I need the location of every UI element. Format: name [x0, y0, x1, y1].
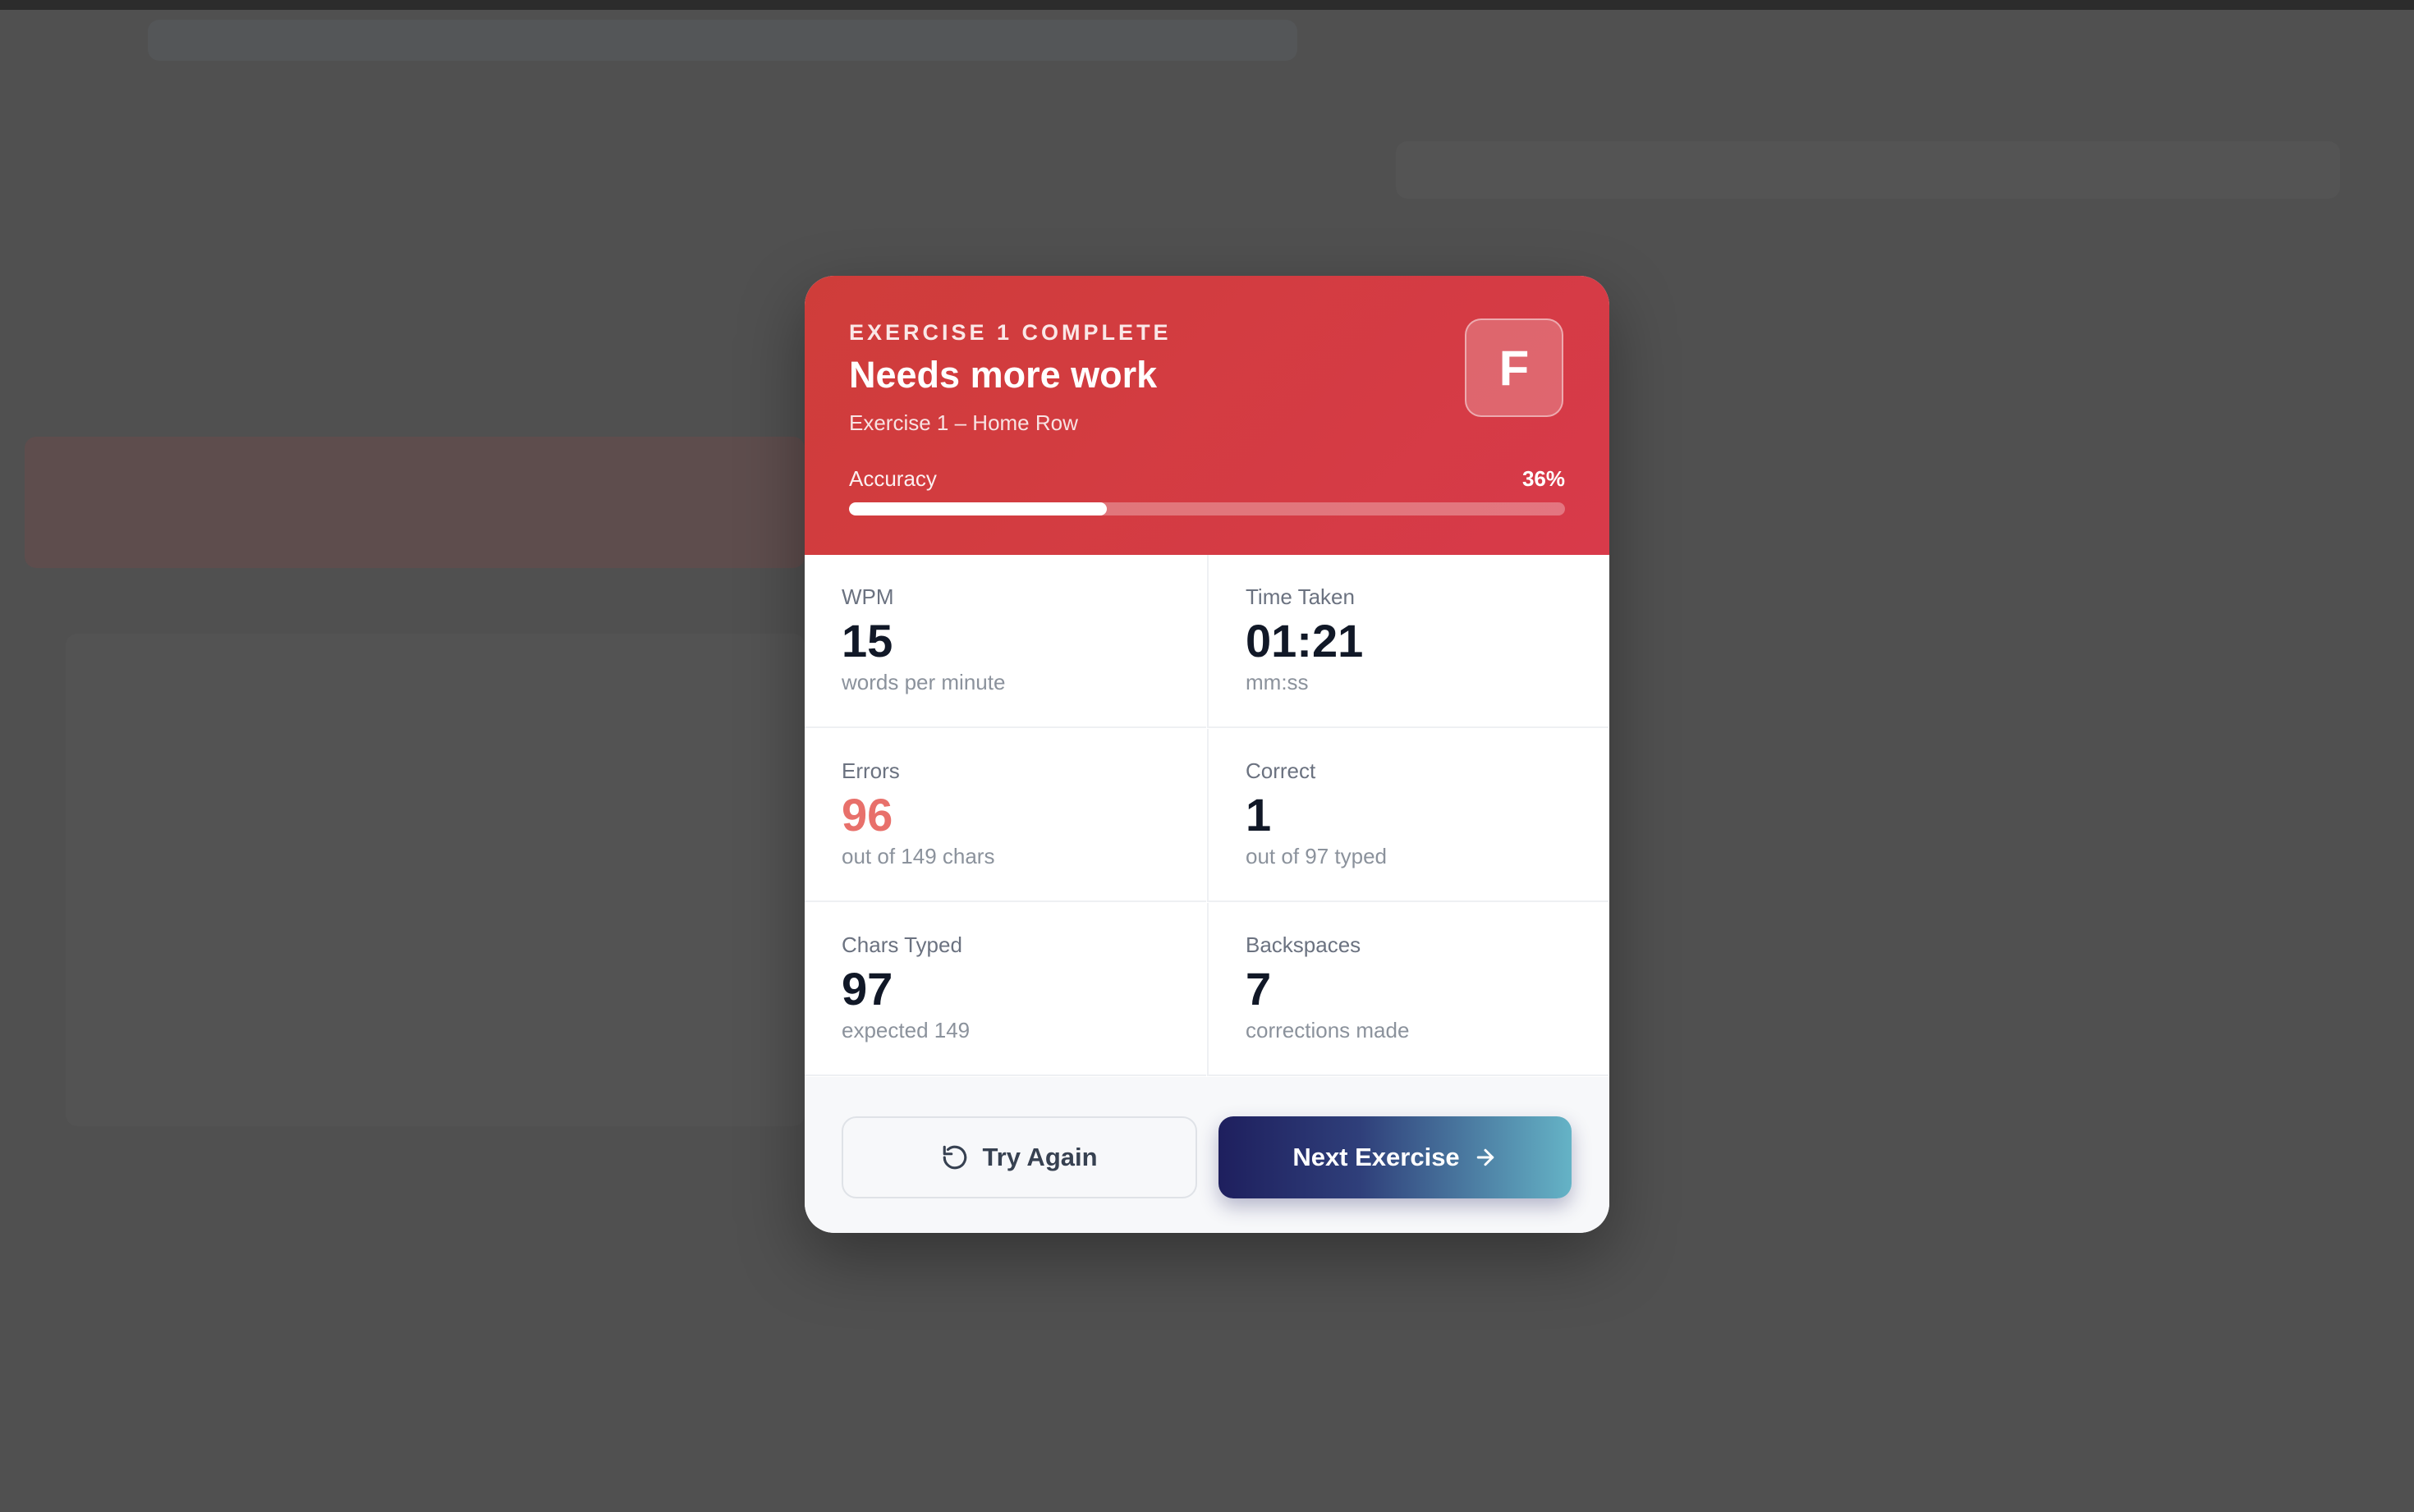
stat-value: 97: [842, 963, 893, 1015]
stats-grid: WPM 15 words per minute Time Taken 01:21…: [805, 555, 1609, 1077]
stat-backspaces: Backspaces 7 corrections made: [1207, 903, 1609, 1076]
stat-label: Chars Typed: [842, 932, 962, 957]
modal-footer: Try Again Next Exercise: [805, 1077, 1609, 1233]
result-eyebrow: EXERCISE 1 COMPLETE: [849, 320, 1172, 345]
stat-value: 15: [842, 615, 893, 667]
accuracy-progress-fill: [849, 502, 1107, 515]
stat-wpm: WPM 15 words per minute: [805, 555, 1206, 728]
stat-value: 01:21: [1246, 615, 1364, 667]
stat-sub: out of 149 chars: [842, 844, 995, 868]
stat-errors: Errors 96 out of 149 chars: [805, 729, 1206, 902]
background-app-toolbar: [1396, 141, 2340, 199]
stat-sub: mm:ss: [1246, 670, 1309, 694]
grade-badge: F: [1465, 318, 1563, 417]
stat-label: Backspaces: [1246, 932, 1361, 957]
result-title: Needs more work: [849, 354, 1158, 396]
background-app-nav: [148, 20, 1297, 61]
stat-chars-typed: Chars Typed 97 expected 149: [805, 903, 1206, 1076]
stat-sub: words per minute: [842, 670, 1006, 694]
accuracy-label: Accuracy: [849, 466, 937, 491]
stat-sub: out of 97 typed: [1246, 844, 1388, 868]
try-again-label: Try Again: [982, 1143, 1098, 1171]
stat-label: Correct: [1246, 758, 1316, 783]
stat-sub: corrections made: [1246, 1018, 1410, 1042]
stat-sub: expected 149: [842, 1018, 971, 1042]
background-app-list: [66, 634, 805, 1126]
arrow-right-icon: [1473, 1145, 1498, 1170]
stat-value: 7: [1246, 963, 1272, 1015]
stat-label: Time Taken: [1246, 584, 1355, 609]
exercise-name: Exercise 1 – Home Row: [849, 410, 1078, 435]
stat-value: 96: [842, 789, 893, 841]
exercise-result-modal: EXERCISE 1 COMPLETE Needs more work Exer…: [805, 276, 1609, 1233]
next-exercise-button[interactable]: Next Exercise: [1218, 1116, 1572, 1198]
accuracy-value: 36%: [1521, 466, 1565, 491]
stat-label: Errors: [842, 758, 900, 783]
window-top-bar: [0, 0, 2414, 10]
background-app-panel-left: [25, 437, 805, 568]
stat-label: WPM: [842, 584, 894, 609]
rotate-ccw-icon: [941, 1143, 969, 1171]
accuracy-progress-bar: [849, 502, 1565, 515]
next-exercise-label: Next Exercise: [1292, 1143, 1460, 1171]
stat-time-taken: Time Taken 01:21 mm:ss: [1207, 555, 1609, 728]
result-header: EXERCISE 1 COMPLETE Needs more work Exer…: [805, 276, 1609, 555]
try-again-button[interactable]: Try Again: [842, 1116, 1197, 1198]
stat-value: 1: [1246, 789, 1272, 841]
stat-correct: Correct 1 out of 97 typed: [1207, 729, 1609, 902]
